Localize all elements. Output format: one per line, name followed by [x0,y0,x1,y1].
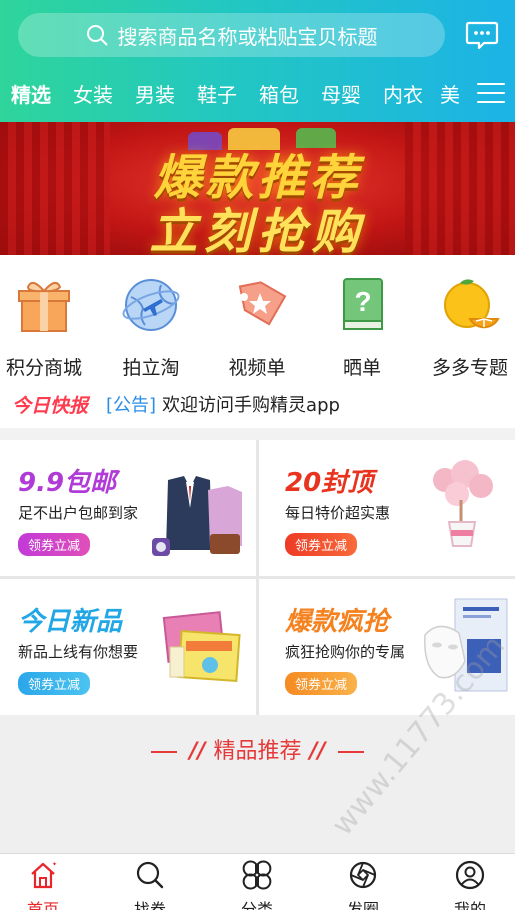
promo-banner[interactable]: 爆款推荐 立刻抢购 [0,122,515,255]
books-image [162,611,241,683]
svg-text:?: ? [354,286,371,317]
header-slash: // [309,739,326,764]
nav-profile[interactable]: 我的 [420,860,515,910]
home-icon: ✦ [31,861,57,889]
globe-plane-icon [122,279,180,331]
nav-label: 首页 [26,900,59,910]
shortcut-photo-search[interactable]: 拍立淘 [101,275,201,380]
shortcut-label: 积分商城 [5,357,82,379]
shortcut-label: 拍立淘 [122,357,180,379]
coupon-button[interactable]: 领券立减 [18,533,91,556]
banner-subheadline: 立刻抢购 [149,204,366,255]
question-book-icon: ? [343,278,383,330]
promo-new-arrivals[interactable]: 今日新品 新品上线有你想要 领券立减 [0,579,256,715]
shortcut-points-mall[interactable]: 积分商城 [0,275,94,380]
promo-grid: 9.9包邮 足不出户包邮到家 领券立减 20封顶 每日特价超实惠 领券立减 今日… [0,440,515,715]
coupon-button[interactable]: 领券立减 [285,533,358,556]
coupon-button[interactable]: 领券立减 [18,672,91,695]
search-placeholder: 搜索商品名称或粘贴宝贝标题 [117,24,378,49]
orange-fruit-icon [444,279,500,329]
promo-subtitle: 新品上线有你想要 [18,643,139,661]
tab-baby[interactable]: 母婴 [310,79,372,108]
promo-title: 爆款疯抢 [285,607,390,637]
nav-label: 分类 [240,900,273,910]
promo-subtitle: 疯狂抢购你的专属 [285,643,406,661]
promo-title: 今日新品 [18,607,123,637]
tab-women[interactable]: 女装 [62,79,124,108]
promo-title: 9.9包邮 [18,468,117,498]
tab-beauty[interactable]: 美 [434,79,460,108]
promo-title: 20封顶 [285,468,374,498]
chat-bubble-icon [465,21,499,50]
top-header: 搜索商品名称或粘贴宝贝标题 精选 女装 男装 鞋子 箱包 母婴 内衣 美 [0,0,515,122]
header-slash: // [189,739,206,764]
svg-text:✦: ✦ [52,861,57,868]
section-title: 精品推荐 [213,739,302,764]
search-bar[interactable]: 搜索商品名称或粘贴宝贝标题 [18,13,445,57]
news-ticker[interactable]: 今日快报 [公告] 欢迎访问手购精灵app [0,380,515,428]
shortcut-label: 晒单 [342,357,381,379]
tab-bags[interactable]: 箱包 [248,79,310,108]
category-tabs: 精选 女装 男装 鞋子 箱包 母婴 内衣 美 [0,68,515,118]
news-brand: 今日快报 [12,394,89,417]
news-tag: [公告] [106,395,157,416]
gift-box-icon [18,281,70,332]
nav-label: 找券 [133,900,166,910]
menu-icon[interactable] [477,80,505,106]
tab-men[interactable]: 男装 [124,79,186,108]
news-text: 欢迎访问手购精灵app [162,395,340,416]
promo-price-cap[interactable]: 20封顶 每日特价超实惠 领券立减 [259,440,515,576]
crystal-tree-image [433,460,493,547]
promo-free-shipping[interactable]: 9.9包邮 足不出户包邮到家 领券立减 [0,440,256,576]
header-dash [151,751,178,753]
nav-home[interactable]: ✦ 首页 [0,860,93,910]
category-shortcuts: 积分商城 拍立淘 视频单 ? 晒单 多多专题 [0,255,515,380]
search-icon [86,25,107,46]
tab-shoes[interactable]: 鞋子 [186,79,248,108]
shortcut-show-orders[interactable]: ? 晒单 [312,275,412,380]
category-icon [242,860,272,890]
app-page: 搜索商品名称或粘贴宝贝标题 精选 女装 男装 鞋子 箱包 母婴 内衣 美 爆款推… [0,0,515,910]
nav-find-coupons[interactable]: 找券 [100,860,200,910]
clothing-image [152,476,242,556]
header-dash [337,751,364,753]
nav-categories[interactable]: 分类 [207,860,307,910]
aperture-icon [349,861,377,889]
message-button[interactable] [465,18,499,52]
shortcut-label: 视频单 [228,357,286,379]
tab-underwear[interactable]: 内衣 [372,79,434,108]
nav-label: 发圈 [346,900,379,910]
video-tag-icon [238,281,287,326]
search-icon [136,861,164,889]
shortcut-topics[interactable]: 多多专题 [420,275,515,380]
tab-featured[interactable]: 精选 [0,79,62,108]
nav-moments[interactable]: 发圈 [313,860,413,910]
coupon-button[interactable]: 领券立减 [285,672,358,695]
profile-icon [455,860,485,890]
shortcut-video-list[interactable]: 视频单 [207,275,307,380]
shortcut-label: 多多专题 [431,357,508,379]
nav-label: 我的 [453,900,486,910]
bottom-nav: ✦ 首页 找券 分类 发圈 我的 [0,853,515,910]
promo-subtitle: 每日特价超实惠 [285,504,391,522]
promo-subtitle: 足不出户包邮到家 [18,504,139,522]
